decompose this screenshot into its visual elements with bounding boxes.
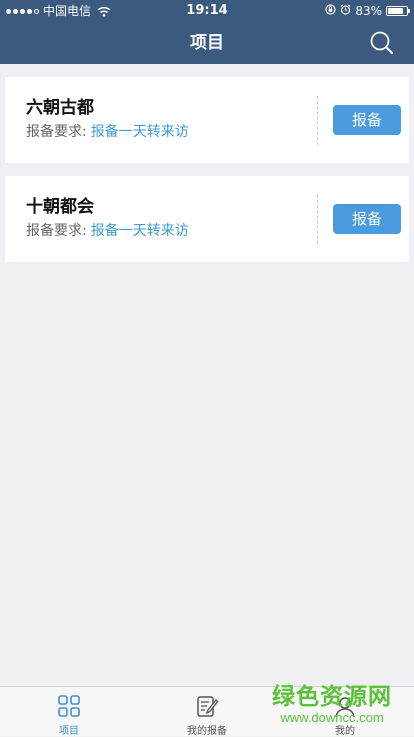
search-button[interactable]: [368, 29, 396, 57]
tab-label: 我的报备: [187, 726, 227, 737]
project-name: 六朝古都: [26, 98, 94, 118]
project-card[interactable]: 六朝古都 报备要求: 报备一天转来访 报备: [5, 77, 409, 163]
edit-icon: [138, 694, 276, 720]
battery-fill: [388, 8, 403, 14]
report-requirement: 报备要求: 报备一天转来访: [26, 220, 189, 240]
orientation-lock-icon: [325, 0, 336, 22]
grid-icon: [0, 694, 138, 720]
alarm-icon: [340, 0, 351, 22]
report-requirement: 报备要求: 报备一天转来访: [26, 121, 189, 141]
report-button[interactable]: 报备: [333, 204, 401, 234]
search-icon: [370, 31, 393, 54]
tab-bar: 项目 我的报备 我的: [0, 686, 414, 737]
requirement-label: 报备要求:: [26, 124, 87, 140]
project-card[interactable]: 十朝都会 报备要求: 报备一天转来访 报备: [5, 176, 409, 262]
tab-my-reports[interactable]: 我的报备: [138, 687, 276, 737]
status-bar: 中国电信 19:14 83%: [0, 0, 414, 22]
header: 中国电信 19:14 83% 项目: [0, 0, 414, 64]
project-name: 十朝都会: [26, 197, 94, 217]
tab-label: 我的: [335, 726, 355, 737]
requirement-value: 报备一天转来访: [90, 223, 189, 239]
battery-icon: [386, 6, 410, 16]
report-button[interactable]: 报备: [333, 105, 401, 135]
tab-mine[interactable]: 我的: [276, 687, 414, 737]
tab-label: 项目: [59, 726, 79, 737]
requirement-label: 报备要求:: [26, 223, 87, 239]
dashed-divider: [317, 96, 318, 145]
dashed-divider: [317, 195, 318, 244]
battery-percent: 83%: [355, 4, 382, 18]
status-right: 83%: [325, 0, 410, 22]
page-title: 项目: [190, 33, 224, 53]
tab-projects[interactable]: 项目: [0, 687, 138, 737]
requirement-value: 报备一天转来访: [90, 124, 189, 140]
user-icon: [276, 694, 414, 720]
